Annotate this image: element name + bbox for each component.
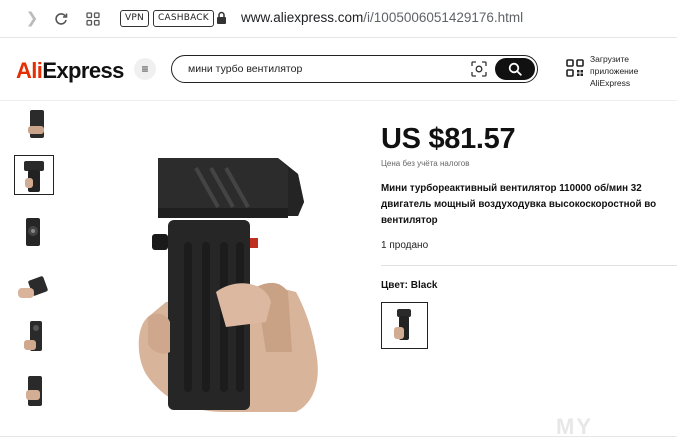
color-swatch-black[interactable]: [381, 302, 428, 349]
product-thumbnail[interactable]: [14, 372, 54, 412]
main-product-image[interactable]: [66, 112, 356, 412]
watermark: MY: [556, 414, 593, 439]
browser-toolbar: ❯ VPN CASHBACK www.aliexpress.com/i/1005…: [0, 0, 677, 38]
color-value: Black: [410, 280, 438, 291]
product-thumbnail-selected[interactable]: [14, 155, 54, 195]
product-price: US $81.57: [381, 123, 516, 155]
search-bar: [171, 55, 538, 83]
product-thumbnail[interactable]: [14, 212, 54, 252]
logo-ali: Ali: [16, 58, 43, 83]
product-thumbnail[interactable]: [14, 268, 54, 308]
vpn-badge[interactable]: VPN: [120, 10, 149, 27]
search-input[interactable]: [188, 61, 448, 77]
app-download-promo[interactable]: Загрузите приложение AliExpress: [590, 53, 670, 89]
menu-icon[interactable]: ≡: [134, 58, 156, 80]
aliexpress-logo[interactable]: AliExpress: [16, 58, 124, 84]
lock-icon[interactable]: [216, 11, 227, 25]
divider: [381, 265, 677, 266]
address-bar[interactable]: www.aliexpress.com/i/1005006051429176.ht…: [241, 10, 523, 25]
tabs-grid-icon[interactable]: [83, 9, 103, 29]
forward-icon[interactable]: ❯: [22, 9, 42, 29]
image-search-icon[interactable]: [471, 61, 487, 77]
site-header: AliExpress ≡ Загрузите приложение AliExp…: [0, 39, 677, 101]
product-title-line: вентилятор: [381, 215, 438, 226]
product-title-line: двигатель мощный воздуходувка высокоскор…: [381, 199, 657, 210]
qr-code-icon[interactable]: [566, 59, 584, 77]
search-icon: [508, 62, 522, 76]
product-title-line: Мини турбореактивный вентилятор 110000 о…: [381, 183, 642, 194]
reload-icon[interactable]: [51, 9, 71, 29]
color-label: Цвет: Black: [381, 280, 437, 291]
tax-note: Цена без учёта налогов: [381, 159, 470, 168]
url-path: /i/1005006051429176.html: [363, 10, 524, 25]
url-host: www.aliexpress.com: [241, 10, 364, 25]
product-title: Мини турбореактивный вентилятор 110000 о…: [381, 181, 677, 229]
color-label-key: Цвет:: [381, 280, 408, 291]
sold-count: 1 продано: [381, 240, 429, 251]
logo-express: Express: [42, 58, 124, 83]
search-button[interactable]: [495, 58, 535, 80]
cashback-badge[interactable]: CASHBACK: [153, 10, 214, 27]
product-thumbnail[interactable]: [14, 318, 54, 358]
product-thumbnail[interactable]: [14, 108, 54, 148]
